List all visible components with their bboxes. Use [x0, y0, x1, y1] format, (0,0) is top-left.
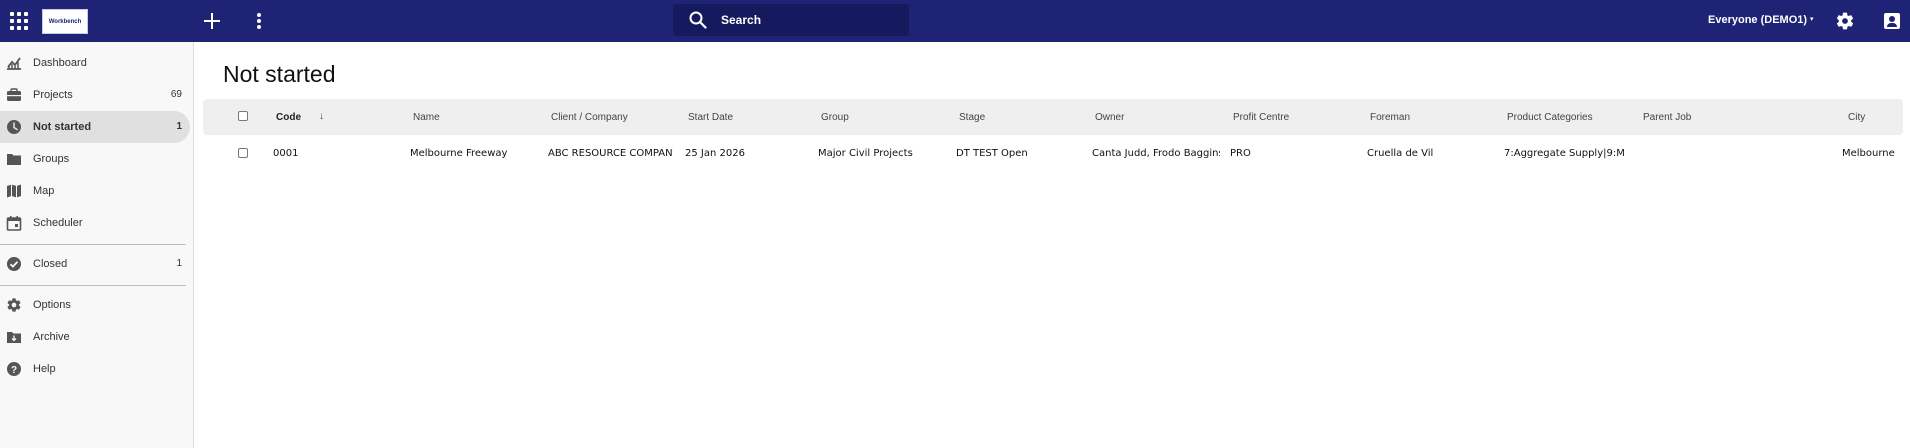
sidebar-item-not-started[interactable]: Not started 1: [0, 111, 190, 143]
add-icon[interactable]: [203, 12, 221, 30]
clock-icon: [7, 120, 21, 134]
projects-folder-icon: [7, 88, 21, 101]
folder-icon: [7, 154, 21, 165]
dashboard-chart-icon: [7, 57, 21, 70]
sidebar-item-label: Groups: [33, 153, 70, 165]
cell-owner: Canta Judd, Frodo Baggins: [1092, 148, 1220, 159]
cell-foreman: Cruella de Vil: [1367, 148, 1434, 159]
top-app-bar: Workbench Search Everyone (DEMO1) ▾: [0, 0, 1910, 42]
sidebar: Dashboard Projects 69 Not started 1 Grou…: [0, 42, 194, 448]
cell-client: ABC RESOURCE COMPANY: [548, 148, 673, 159]
cell-profit-centre: PRO: [1230, 148, 1251, 159]
column-header-owner[interactable]: Owner: [1095, 112, 1124, 123]
search-box[interactable]: Search: [673, 4, 909, 36]
sidebar-divider: [0, 285, 186, 286]
search-icon: [689, 11, 707, 29]
sidebar-item-closed[interactable]: Closed 1: [0, 248, 190, 280]
count-badge: 69: [170, 89, 182, 100]
sidebar-item-help[interactable]: ? Help: [0, 353, 190, 385]
workspace-label: Everyone (DEMO1): [1708, 14, 1808, 26]
column-header-parent-job[interactable]: Parent Job: [1643, 112, 1691, 123]
cell-code: 0001: [273, 148, 299, 159]
sort-arrow-icon[interactable]: ↓: [319, 111, 324, 122]
sidebar-item-dashboard[interactable]: Dashboard: [0, 47, 190, 79]
svg-text:?: ?: [11, 365, 17, 376]
sidebar-item-label: Closed: [33, 258, 68, 270]
sidebar-divider: [0, 244, 186, 245]
column-header-product-categories[interactable]: Product Categories: [1507, 112, 1593, 123]
cell-stage: DT TEST Open: [956, 148, 1028, 159]
sidebar-item-label: Scheduler: [33, 217, 83, 229]
cell-name: Melbourne Freeway: [410, 148, 508, 159]
apps-grid-icon[interactable]: [10, 12, 28, 30]
check-circle-icon: [7, 257, 21, 271]
calendar-icon: [6, 216, 22, 231]
sidebar-item-label: Archive: [33, 331, 70, 343]
archive-icon: [7, 332, 21, 343]
row-checkbox[interactable]: [238, 148, 248, 158]
sidebar-item-projects[interactable]: Projects 69: [0, 79, 190, 111]
column-header-start-date[interactable]: Start Date: [688, 112, 733, 123]
sidebar-item-map[interactable]: Map: [0, 175, 190, 207]
column-header-group[interactable]: Group: [821, 112, 849, 123]
table-header: Code Name Client / Company Start Date Gr…: [203, 99, 1903, 135]
cell-city: Melbourne: [1842, 148, 1895, 159]
column-header-client[interactable]: Client / Company: [551, 112, 628, 123]
column-header-stage[interactable]: Stage: [959, 112, 985, 123]
sidebar-item-options[interactable]: Options: [0, 289, 190, 321]
chevron-down-icon: ▾: [1810, 16, 1814, 23]
column-header-city[interactable]: City: [1848, 112, 1865, 123]
column-header-code[interactable]: Code: [276, 112, 301, 123]
select-all-checkbox[interactable]: [238, 111, 248, 121]
help-icon: ?: [7, 362, 21, 376]
column-header-foreman[interactable]: Foreman: [1370, 112, 1410, 123]
account-box-icon[interactable]: [1884, 13, 1900, 29]
sidebar-item-label: Help: [33, 363, 56, 375]
sidebar-item-label: Dashboard: [33, 57, 87, 69]
column-header-name[interactable]: Name: [413, 112, 440, 123]
table-row[interactable]: 0001 Melbourne Freeway ABC RESOURCE COMP…: [203, 137, 1903, 169]
map-icon: [7, 184, 21, 198]
more-vert-icon[interactable]: [257, 13, 261, 29]
logo-text: Workbench: [48, 18, 82, 25]
sidebar-item-label: Not started: [33, 121, 92, 133]
sidebar-item-scheduler[interactable]: Scheduler: [0, 207, 190, 239]
sidebar-item-label: Options: [33, 299, 71, 311]
sidebar-item-label: Map: [33, 185, 55, 197]
sidebar-item-label: Projects: [33, 89, 73, 101]
cell-start-date: 25 Jan 2026: [685, 148, 745, 159]
workspace-selector[interactable]: Everyone (DEMO1) ▾: [1708, 14, 1814, 26]
sidebar-item-archive[interactable]: Archive: [0, 321, 190, 353]
cell-group: Major Civil Projects: [818, 148, 913, 159]
gear-icon: [7, 298, 21, 312]
column-header-profit-centre[interactable]: Profit Centre: [1233, 112, 1289, 123]
cell-product-categories: 7:Aggregate Supply|9:M: [1504, 148, 1625, 159]
company-logo[interactable]: Workbench: [42, 9, 88, 34]
page-title: Not started: [223, 61, 336, 87]
search-label: Search: [721, 13, 762, 27]
sidebar-item-groups[interactable]: Groups: [0, 143, 190, 175]
count-badge: 1: [176, 121, 182, 132]
settings-gear-icon[interactable]: [1835, 11, 1855, 31]
count-badge: 1: [176, 258, 182, 269]
